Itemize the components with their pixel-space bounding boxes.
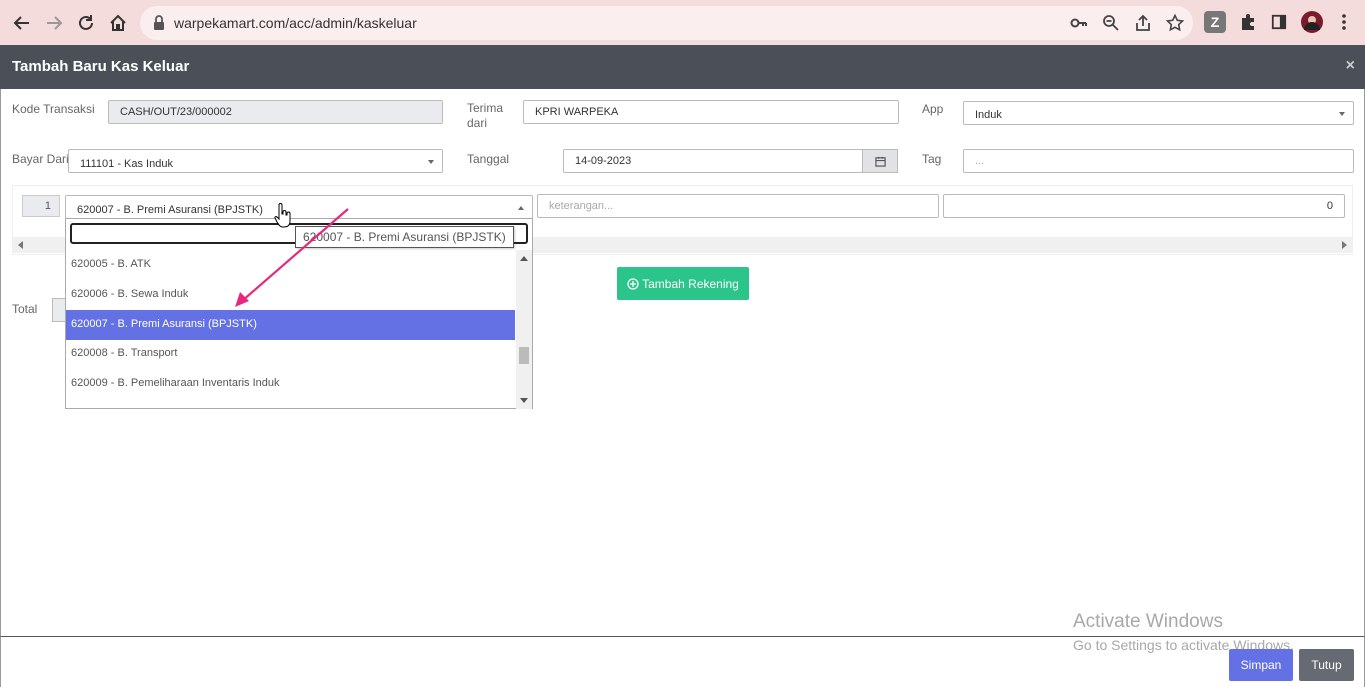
reload-icon xyxy=(79,15,93,30)
tag-field[interactable]: ... xyxy=(963,149,1354,173)
simpan-button[interactable]: Simpan xyxy=(1229,649,1293,681)
close-icon[interactable]: × xyxy=(1346,57,1355,75)
menu-button[interactable] xyxy=(1333,11,1355,33)
plus-circle-icon xyxy=(627,277,639,290)
tanggal-label: Tanggal xyxy=(467,152,510,166)
z-extension-icon[interactable]: Z xyxy=(1204,11,1226,33)
windows-watermark-title: Activate Windows xyxy=(1073,611,1223,632)
tambah-rekening-label: Tambah Rekening xyxy=(642,276,739,291)
keterangan-field[interactable]: keterangan... xyxy=(537,194,939,218)
dropdown-scrollbar[interactable] xyxy=(516,250,532,409)
tanggal-field[interactable]: 14-09-2023 xyxy=(563,149,863,173)
chevron-up-icon xyxy=(518,206,524,210)
tag-label: Tag xyxy=(922,152,942,166)
scroll-right-icon[interactable] xyxy=(1340,241,1348,249)
app-select-value: Induk xyxy=(975,109,1002,121)
modal-header: Tambah Baru Kas Keluar × xyxy=(0,45,1365,89)
terima-dari-label-line2: dari xyxy=(467,116,488,130)
profile-avatar[interactable] xyxy=(1301,11,1323,33)
home-button[interactable] xyxy=(106,11,130,35)
url-text: warpekamart.com/acc/admin/kaskeluar xyxy=(174,15,417,31)
arrow-right-icon xyxy=(47,16,63,30)
side-panel-icon xyxy=(1271,14,1287,30)
share-icon[interactable] xyxy=(1134,14,1152,32)
annotation-arrow-icon xyxy=(235,208,349,307)
tambah-rekening-button[interactable]: Tambah Rekening xyxy=(617,267,749,300)
calendar-icon xyxy=(874,156,886,167)
amount-field[interactable]: 0 xyxy=(943,194,1345,218)
terima-dari-field[interactable]: KPRI WARPEKA xyxy=(523,100,899,124)
tutup-button[interactable]: Tutup xyxy=(1299,649,1354,681)
scroll-up-icon[interactable] xyxy=(520,255,528,263)
avatar-icon xyxy=(1301,11,1323,33)
chevron-down-icon xyxy=(428,160,434,164)
forward-button[interactable] xyxy=(42,11,66,35)
zoom-out-icon[interactable] xyxy=(1102,14,1120,32)
puzzle-icon xyxy=(1242,14,1254,30)
arrow-left-icon xyxy=(13,16,29,30)
dropdown-option[interactable]: 620009 - B. Pemeliharaan Inventaris Indu… xyxy=(66,369,515,399)
star-icon[interactable] xyxy=(1166,14,1184,32)
app-select[interactable]: Induk xyxy=(963,101,1354,125)
bayar-dari-value: 111101 - Kas Induk xyxy=(80,158,173,170)
row-number: 1 xyxy=(22,195,60,217)
more-vert-icon xyxy=(1342,14,1346,30)
app-label: App xyxy=(922,102,944,116)
terima-dari-label: Terima dari xyxy=(467,101,503,131)
terima-dari-label-line1: Terima xyxy=(467,101,504,115)
back-button[interactable] xyxy=(10,11,34,35)
dropdown-option[interactable]: 620008 - B. Transport xyxy=(66,339,515,369)
home-icon xyxy=(110,14,126,31)
address-bar[interactable]: warpekamart.com/acc/admin/kaskeluar xyxy=(140,6,1193,40)
scroll-left-icon[interactable] xyxy=(17,241,25,249)
lock-icon xyxy=(154,15,164,30)
dropdown-option-selected[interactable]: 620007 - B. Premi Asuransi (BPJSTK) xyxy=(66,310,515,340)
calendar-button[interactable] xyxy=(862,149,898,173)
side-panel-button[interactable] xyxy=(1268,11,1290,33)
key-icon[interactable] xyxy=(1070,14,1088,32)
bayar-dari-label: Bayar Dari xyxy=(12,152,69,166)
extensions-button[interactable] xyxy=(1237,11,1259,33)
scroll-down-icon[interactable] xyxy=(520,396,528,404)
modal-title: Tambah Baru Kas Keluar xyxy=(12,58,190,75)
kode-transaksi-field: CASH/OUT/23/000002 xyxy=(108,100,443,124)
total-label: Total xyxy=(12,302,38,316)
kode-transaksi-label: Kode Transaksi xyxy=(12,102,95,116)
chevron-down-icon xyxy=(1339,112,1345,116)
bayar-dari-select[interactable]: 111101 - Kas Induk xyxy=(68,149,443,173)
browser-toolbar: warpekamart.com/acc/admin/kaskeluar Z xyxy=(0,0,1365,45)
scrollbar-thumb[interactable] xyxy=(519,347,529,364)
reload-button[interactable] xyxy=(74,11,98,35)
